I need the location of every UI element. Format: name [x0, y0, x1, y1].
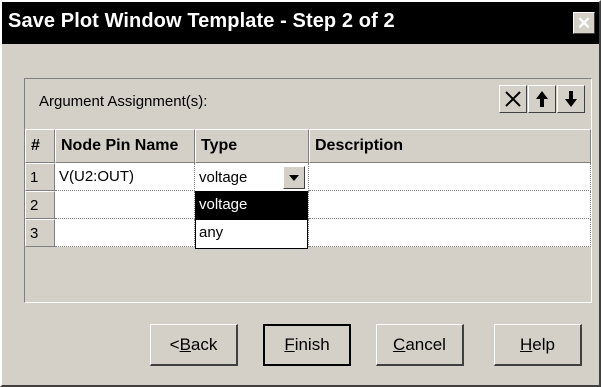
back-label-rest: ack: [190, 334, 218, 354]
column-header-description[interactable]: Description: [309, 129, 591, 163]
title-bar: Save Plot Window Template - Step 2 of 2 …: [2, 2, 599, 44]
row-number: 1: [25, 163, 55, 191]
dropdown-arrow-glyph: [289, 174, 299, 181]
type-option-voltage[interactable]: voltage: [196, 192, 307, 220]
delete-x-icon[interactable]: [499, 85, 527, 113]
node-pin-name-cell[interactable]: V(U2:OUT): [55, 163, 195, 191]
cancel-label-rest: ancel: [405, 334, 446, 354]
finish-button[interactable]: Finish: [263, 324, 351, 366]
help-label-rest: elp: [532, 334, 555, 354]
finish-label-rest: inish: [294, 335, 330, 354]
help-button[interactable]: Help: [494, 324, 582, 366]
node-pin-name-cell[interactable]: [55, 219, 195, 247]
help-mnemonic: H: [520, 334, 533, 354]
description-cell[interactable]: [309, 163, 591, 191]
row-number: 3: [25, 219, 55, 247]
arrow-down-icon[interactable]: [557, 85, 585, 113]
finish-mnemonic: F: [284, 335, 295, 354]
argument-assignments-label: Argument Assignment(s):: [39, 93, 208, 110]
row-number: 2: [25, 191, 55, 219]
column-header-number[interactable]: #: [25, 129, 55, 163]
arrow-up-icon[interactable]: [528, 85, 556, 113]
window-title: Save Plot Window Template - Step 2 of 2: [8, 10, 395, 32]
column-header-node-pin-name[interactable]: Node Pin Name: [55, 129, 195, 163]
arrow-up-glyph: [536, 91, 548, 107]
dropdown-arrow-icon[interactable]: [283, 166, 305, 189]
save-plot-template-dialog: Save Plot Window Template - Step 2 of 2 …: [0, 0, 601, 387]
arrow-down-glyph: [565, 91, 577, 107]
type-option-any[interactable]: any: [196, 220, 307, 248]
help-button-label: Help: [520, 335, 555, 355]
finish-button-label: Finish: [284, 335, 329, 355]
node-pin-name-cell[interactable]: [55, 191, 195, 219]
type-dropdown-list: voltage any: [195, 191, 308, 249]
cancel-button[interactable]: Cancel: [376, 324, 464, 366]
back-mnemonic: B: [179, 334, 191, 354]
cancel-button-label: Cancel: [393, 335, 446, 355]
close-icon[interactable]: ✕: [573, 12, 595, 34]
argument-table: # Node Pin Name Type Description 1 V(U2:…: [25, 129, 591, 249]
argument-assignments-panel: Argument Assignment(s): # Node Pin Name …: [24, 78, 592, 303]
delete-x-glyph: [505, 91, 521, 107]
description-cell[interactable]: [309, 219, 591, 247]
cancel-mnemonic: C: [393, 334, 406, 354]
column-header-type[interactable]: Type: [195, 129, 309, 163]
type-combobox[interactable]: voltage: [195, 165, 307, 191]
description-cell[interactable]: [309, 191, 591, 219]
back-button[interactable]: Back: [150, 324, 238, 366]
back-button-label: Back: [170, 335, 218, 355]
type-combobox-value: voltage: [199, 169, 248, 186]
